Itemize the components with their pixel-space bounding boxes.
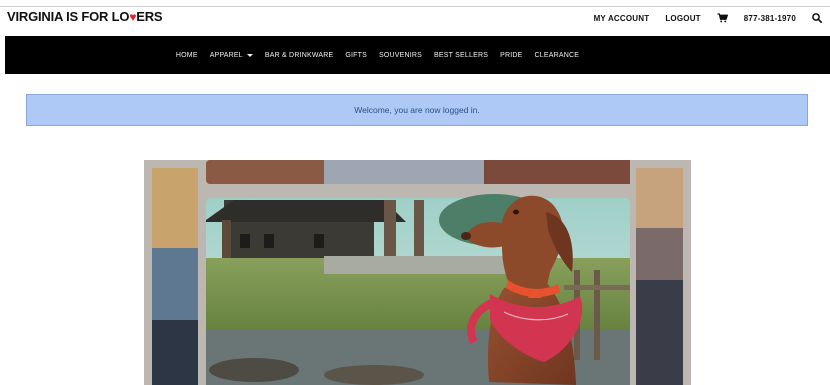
hero-photo <box>144 160 691 385</box>
main-nav-list: HOME APPAREL BAR & DRINKWARE GIFTS SOUVE… <box>0 36 830 74</box>
nav-item-gifts[interactable]: GIFTS <box>345 52 367 59</box>
nav-item-apparel[interactable]: APPAREL <box>210 52 253 59</box>
nav-item-souvenirs[interactable]: SOUVENIRS <box>379 52 422 59</box>
chevron-down-icon <box>246 53 253 57</box>
nav-item-bar-drinkware[interactable]: BAR & DRINKWARE <box>265 52 333 59</box>
my-account-link[interactable]: MY ACCOUNT <box>594 14 650 23</box>
site-logo[interactable]: VIRGINIA IS FOR LO ♥ ERS <box>7 9 163 24</box>
heart-icon: ♥ <box>129 9 137 24</box>
shopping-cart-icon[interactable] <box>717 13 728 23</box>
nav-item-clearance[interactable]: CLEARANCE <box>534 52 579 59</box>
utility-nav: MY ACCOUNT LOGOUT 877-381-1970 <box>578 13 822 23</box>
logout-link[interactable]: LOGOUT <box>665 14 700 23</box>
search-icon[interactable] <box>812 13 822 23</box>
nav-item-best-sellers[interactable]: BEST SELLERS <box>434 52 488 59</box>
main-navigation-bar: HOME APPAREL BAR & DRINKWARE GIFTS SOUVE… <box>5 36 830 74</box>
header-top-border <box>0 6 830 7</box>
hero-image[interactable] <box>144 160 691 385</box>
alert-message: Welcome, you are now logged in. <box>354 105 480 115</box>
nav-item-home[interactable]: HOME <box>176 52 198 59</box>
nav-item-pride[interactable]: PRIDE <box>500 52 522 59</box>
logo-text-start: VIRGINIA IS FOR LO <box>7 9 130 24</box>
logged-in-alert: Welcome, you are now logged in. <box>26 94 808 126</box>
logo-text-end: ERS <box>136 9 163 24</box>
phone-link[interactable]: 877-381-1970 <box>744 14 796 23</box>
